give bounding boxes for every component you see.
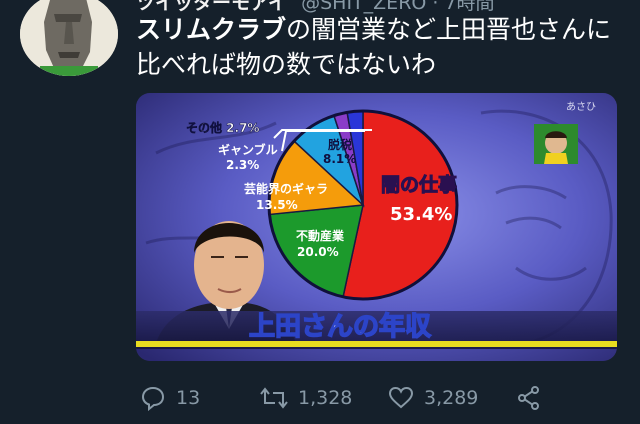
reply-count: 13 [176, 387, 201, 409]
label-datsuzei-name: 脱税 [328, 137, 352, 152]
tweet-text-line-2: 比べれば物の数ではないわ [136, 50, 437, 79]
label-sonota: その他 2.7% [186, 120, 259, 135]
tweet-text-line-1: スリムクラブの闇営業など上田晋也さんに [136, 12, 632, 47]
retweet-icon [260, 387, 288, 409]
retweet-action[interactable]: 1,328 [260, 380, 352, 416]
label-gamble-name: ギャンブル [218, 142, 278, 157]
tweet-text-bold: スリムクラブ [136, 15, 287, 44]
label-fudosan-name: 不動産業 [296, 228, 345, 243]
tweet-actions: 13 1,328 3,289 [136, 380, 616, 416]
broadcaster-watermark: あさひ [566, 101, 596, 113]
tweet-text-rest: の闇営業など上田晋也さんに [286, 15, 612, 44]
share-action[interactable] [516, 380, 542, 416]
label-yami-value: 53.4% [390, 204, 452, 225]
heart-icon [388, 386, 414, 409]
tweet-text: スリムクラブの闇営業など上田晋也さんに 比べれば物の数ではないわ [136, 12, 632, 82]
label-yami-name: 闇の仕事 [381, 173, 457, 196]
author-avatar[interactable] [20, 0, 118, 76]
host-inset-photo [534, 124, 578, 164]
moai-avatar-image [20, 0, 118, 76]
tweet-header: ツイッターモアイ @SHIT_ZERO · 7時間 [136, 0, 495, 14]
reply-icon [141, 386, 165, 411]
label-datsuzei-value: 8.1% [323, 152, 356, 166]
like-count: 3,289 [424, 387, 479, 409]
reply-action[interactable]: 13 [140, 380, 200, 416]
like-action[interactable]: 3,289 [388, 380, 478, 416]
label-geinokai-value: 13.5% [256, 198, 298, 212]
pie-chart-graphic: あさひ その他 2.7% ギャンブル 2.3% 脱税 8.1% 芸能界のギャラ [136, 93, 617, 361]
image-caption: 上田さんの年収 [249, 311, 432, 342]
label-geinokai-name: 芸能界のギャラ [244, 181, 328, 196]
share-icon [518, 386, 539, 410]
retweet-count: 1,328 [298, 387, 353, 409]
label-fudosan-value: 20.0% [297, 245, 339, 259]
label-gamble-value: 2.3% [226, 158, 259, 172]
tweet-media-image[interactable]: あさひ その他 2.7% ギャンブル 2.3% 脱税 8.1% 芸能界のギャラ [136, 93, 617, 361]
